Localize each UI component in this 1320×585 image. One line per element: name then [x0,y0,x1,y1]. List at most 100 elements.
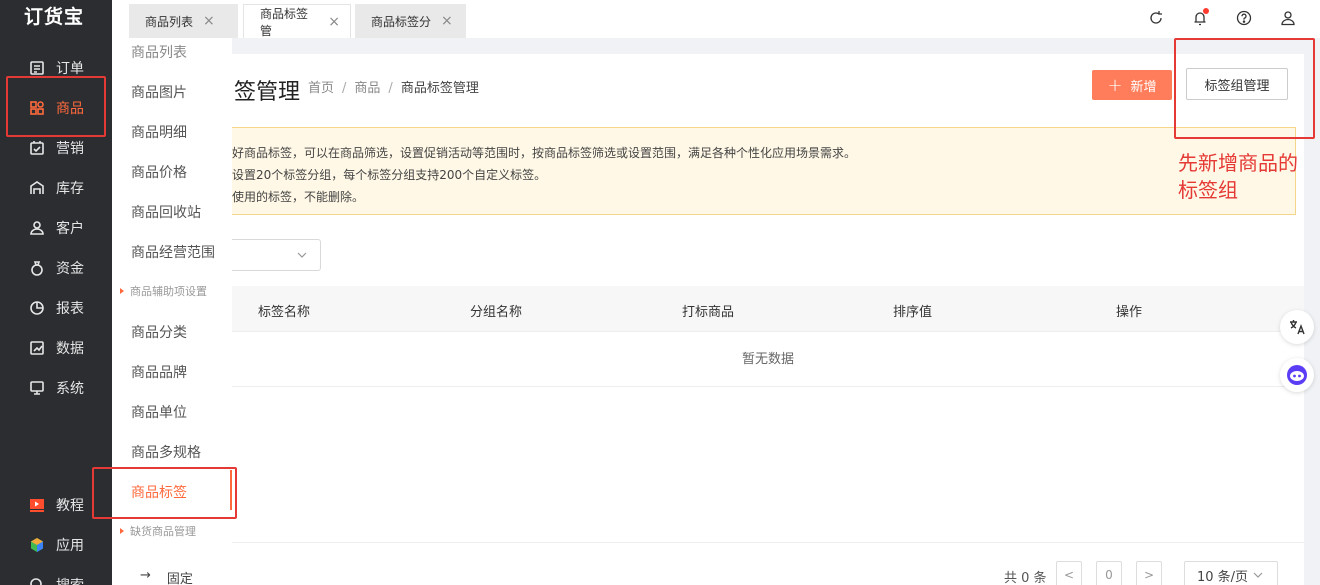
submenu-item-unit[interactable]: 商品单位 [131,402,187,422]
breadcrumb-goods[interactable]: 商品 [354,81,380,96]
app-logo: 订货宝 [24,6,85,28]
refresh-icon[interactable] [1146,8,1166,28]
breadcrumb-separator: / [342,81,347,96]
page-number-input[interactable]: 0 [1096,561,1122,585]
tab-goods-tag-manage[interactable]: 商品标签管 × [243,4,351,38]
tab-goods-list[interactable]: 商品列表 × [129,4,238,38]
goods-submenu: 商品列表 商品图片 商品明细 商品价格 商品回收站 商品经营范围 商品辅助项设置… [112,38,232,585]
sidebar-item-label: 系统 [56,381,84,397]
customer-icon [28,219,46,237]
chevron-down-icon [296,249,308,265]
submenu-item-goods-price[interactable]: 商品价格 [131,162,187,182]
sidebar-item-apps[interactable]: 应用 [0,525,112,565]
page-size-label: 10 条/页 [1197,569,1249,585]
submenu-item-goods-tag[interactable]: 商品标签 [131,482,187,502]
assistant-bot-icon[interactable] [1280,358,1314,392]
submenu-item-brand[interactable]: 商品品牌 [131,362,187,382]
main-content: 签管理 首页 / 商品 / 商品标签管理 + 新增 标签组管理 好商品标签，可以在商品筛… [232,54,1304,585]
sidebar-item-tutorial[interactable]: 教程 [0,485,112,525]
sidebar-item-label: 库存 [56,181,84,197]
sidebar-item-label: 商品 [56,101,84,117]
annotation-note-line: 先新增商品的 [1178,151,1298,175]
sidebar-item-order[interactable]: 订单 [0,48,112,88]
submenu-item-goods-detail[interactable]: 商品明细 [131,122,187,142]
submenu-item-goods-list[interactable]: 商品列表 [131,42,187,62]
submenu-group-out-of-stock[interactable]: 缺货商品管理 [120,523,196,539]
breadcrumb-home[interactable]: 首页 [308,81,334,96]
close-icon[interactable]: × [203,13,215,29]
page-title: 签管理 [234,80,301,105]
page-size-select[interactable]: 10 条/页 [1184,561,1278,585]
order-icon [28,59,46,77]
notice-line: 设置20个标签分组，每个标签分组支持200个自定义标签。 [232,168,547,182]
translate-icon[interactable] [1280,310,1314,344]
sidebar-item-goods[interactable]: 商品 [0,88,112,128]
sidebar-item-system[interactable]: 系统 [0,368,112,408]
sidebar-item-marketing[interactable]: 营销 [0,128,112,168]
tab-label: 商品标签分 [371,14,432,29]
bell-icon[interactable] [1190,8,1210,28]
sidebar-item-label: 教程 [56,498,84,514]
main-sidebar: 订货宝 订单 商品 营销 库存 客户 资金 报表 数据 系统 教程 应用 [0,0,112,585]
cube-icon [28,536,46,554]
sidebar-item-search[interactable]: 搜索 [0,565,112,585]
sidebar-item-label: 营销 [56,141,84,157]
submenu-item-business-scope[interactable]: 商品经营范围 [131,242,215,262]
submenu-group-aux-settings[interactable]: 商品辅助项设置 [120,283,207,299]
submenu-item-category[interactable]: 商品分类 [131,322,187,342]
submenu-item-multi-spec[interactable]: 商品多规格 [131,442,201,462]
sidebar-item-data[interactable]: 数据 [0,328,112,368]
submenu-group-label: 缺货商品管理 [130,525,196,538]
notification-dot [1203,8,1209,14]
submenu-item-recycle-bin[interactable]: 商品回收站 [131,202,201,222]
sidebar-item-label: 搜索 [56,575,84,585]
tab-goods-tag-group[interactable]: 商品标签分 × [355,4,466,38]
notice-line: 好商品标签，可以在商品筛选，设置促销活动等范围时，按商品标签筛选或设置范围，满足… [232,146,857,160]
plus-icon: + [1107,74,1123,96]
sidebar-item-label: 数据 [56,341,84,357]
video-icon [28,496,46,514]
sidebar-item-label: 资金 [56,261,84,277]
column-header-tagged-goods: 打标商品 [682,305,735,320]
arrow-right-icon: → [140,568,151,583]
warehouse-icon [28,179,46,197]
close-icon[interactable]: × [441,13,453,29]
column-header-actions: 操作 [1116,305,1143,320]
annotation-note-line: 标签组 [1178,178,1238,202]
breadcrumb-separator: / [388,81,393,96]
sidebar-item-label: 订单 [56,61,84,77]
breadcrumb: 首页 / 商品 / 商品标签管理 [308,77,479,96]
sidebar-item-label: 报表 [56,301,84,317]
submenu-item-goods-images[interactable]: 商品图片 [131,82,187,102]
marketing-icon [28,139,46,157]
sidebar-item-money[interactable]: 资金 [0,248,112,288]
pie-chart-icon [28,299,46,317]
sidebar-item-report[interactable]: 报表 [0,288,112,328]
prev-page-button[interactable]: < [1056,561,1082,585]
add-button[interactable]: + 新增 [1092,70,1172,100]
notice-line: 使用的标签，不能删除。 [232,190,365,204]
user-icon[interactable] [1278,8,1298,28]
tag-group-manage-button[interactable]: 标签组管理 [1186,68,1288,100]
sidebar-item-label: 客户 [56,221,84,237]
data-icon [28,339,46,357]
sidebar-item-label: 应用 [56,538,84,554]
sidebar-item-customer[interactable]: 客户 [0,208,112,248]
notice-box: 好商品标签，可以在商品筛选，设置促销活动等范围时，按商品标签筛选或设置范围，满足… [232,127,1296,215]
table-empty-state: 暂无数据 [232,332,1304,387]
table-header: 标签名称 分组名称 打标商品 排序值 操作 [232,286,1304,332]
help-icon[interactable] [1234,8,1254,28]
annotation-note: 先新增商品的 标签组 [1178,150,1298,204]
column-header-tag-name: 标签名称 [258,305,311,320]
group-filter-select[interactable] [232,239,321,271]
submenu-group-label: 商品辅助项设置 [130,285,207,298]
pin-menu-button[interactable]: → 固定 [140,568,193,585]
goods-icon [28,99,46,117]
sidebar-item-warehouse[interactable]: 库存 [0,168,112,208]
column-header-sort-value: 排序值 [893,305,933,320]
breadcrumb-current: 商品标签管理 [400,81,479,96]
pagination: 共 0 条 < 0 > 10 条/页 [232,542,1304,585]
close-icon[interactable]: × [328,14,340,30]
money-bag-icon [28,259,46,277]
next-page-button[interactable]: > [1136,561,1162,585]
